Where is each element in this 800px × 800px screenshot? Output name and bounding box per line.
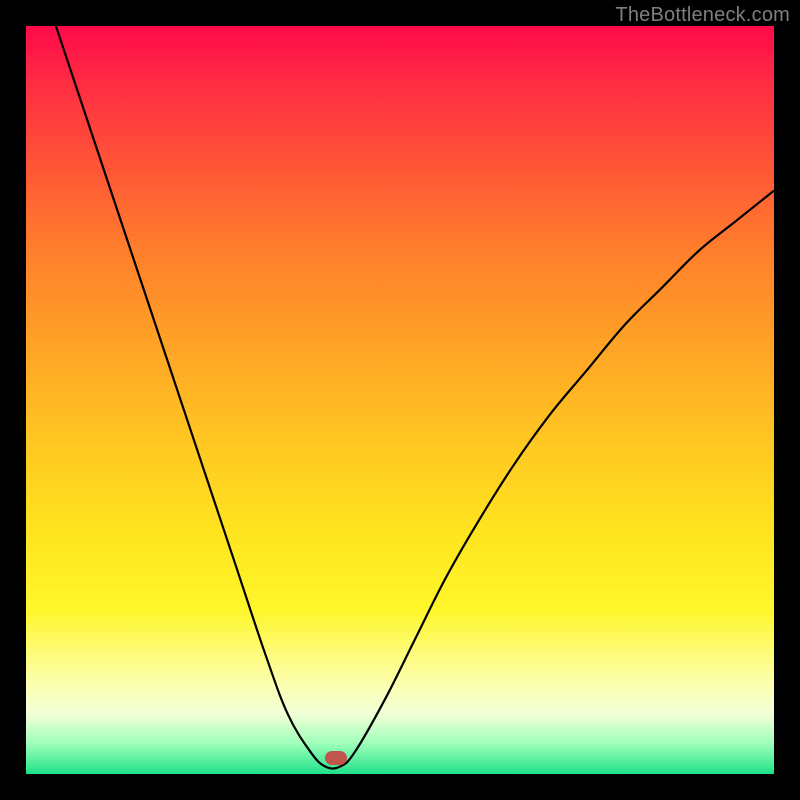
chart-frame: TheBottleneck.com <box>0 0 800 800</box>
plot-area <box>26 26 774 774</box>
bottleneck-curve <box>26 26 774 774</box>
trough-marker <box>325 751 347 765</box>
watermark-text: TheBottleneck.com <box>615 4 790 27</box>
